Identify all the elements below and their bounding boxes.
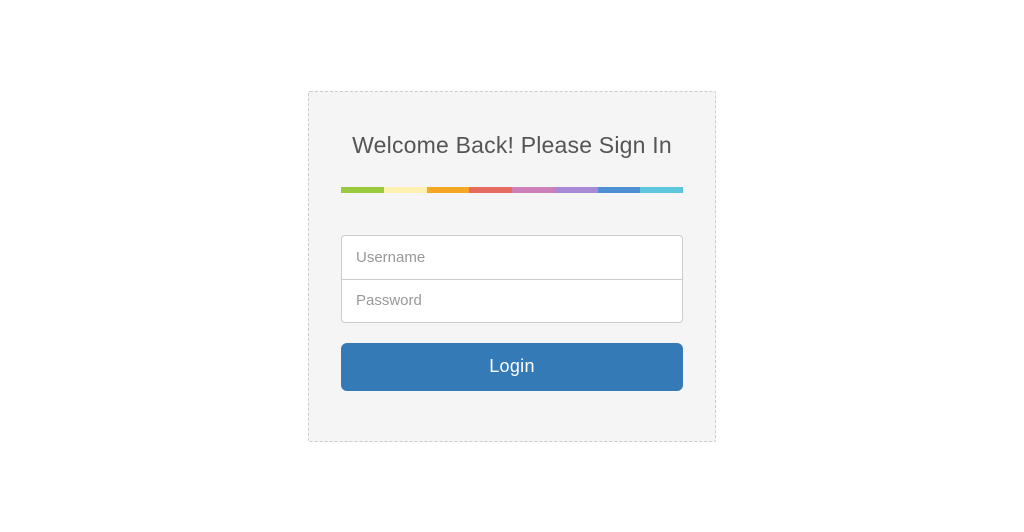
- stripe-segment: [341, 187, 384, 193]
- stripe-segment: [384, 187, 427, 193]
- login-button[interactable]: Login: [341, 343, 683, 391]
- password-input[interactable]: [341, 279, 683, 323]
- login-card: Welcome Back! Please Sign In Login: [308, 91, 716, 442]
- stripe-segment: [512, 187, 555, 193]
- stripe-segment: [427, 187, 470, 193]
- stripe-segment: [598, 187, 641, 193]
- login-title: Welcome Back! Please Sign In: [341, 132, 683, 159]
- stripe-segment: [640, 187, 683, 193]
- stripe-segment: [469, 187, 512, 193]
- color-stripe: [341, 187, 683, 193]
- stripe-segment: [555, 187, 598, 193]
- input-group: [341, 235, 683, 323]
- username-input[interactable]: [341, 235, 683, 279]
